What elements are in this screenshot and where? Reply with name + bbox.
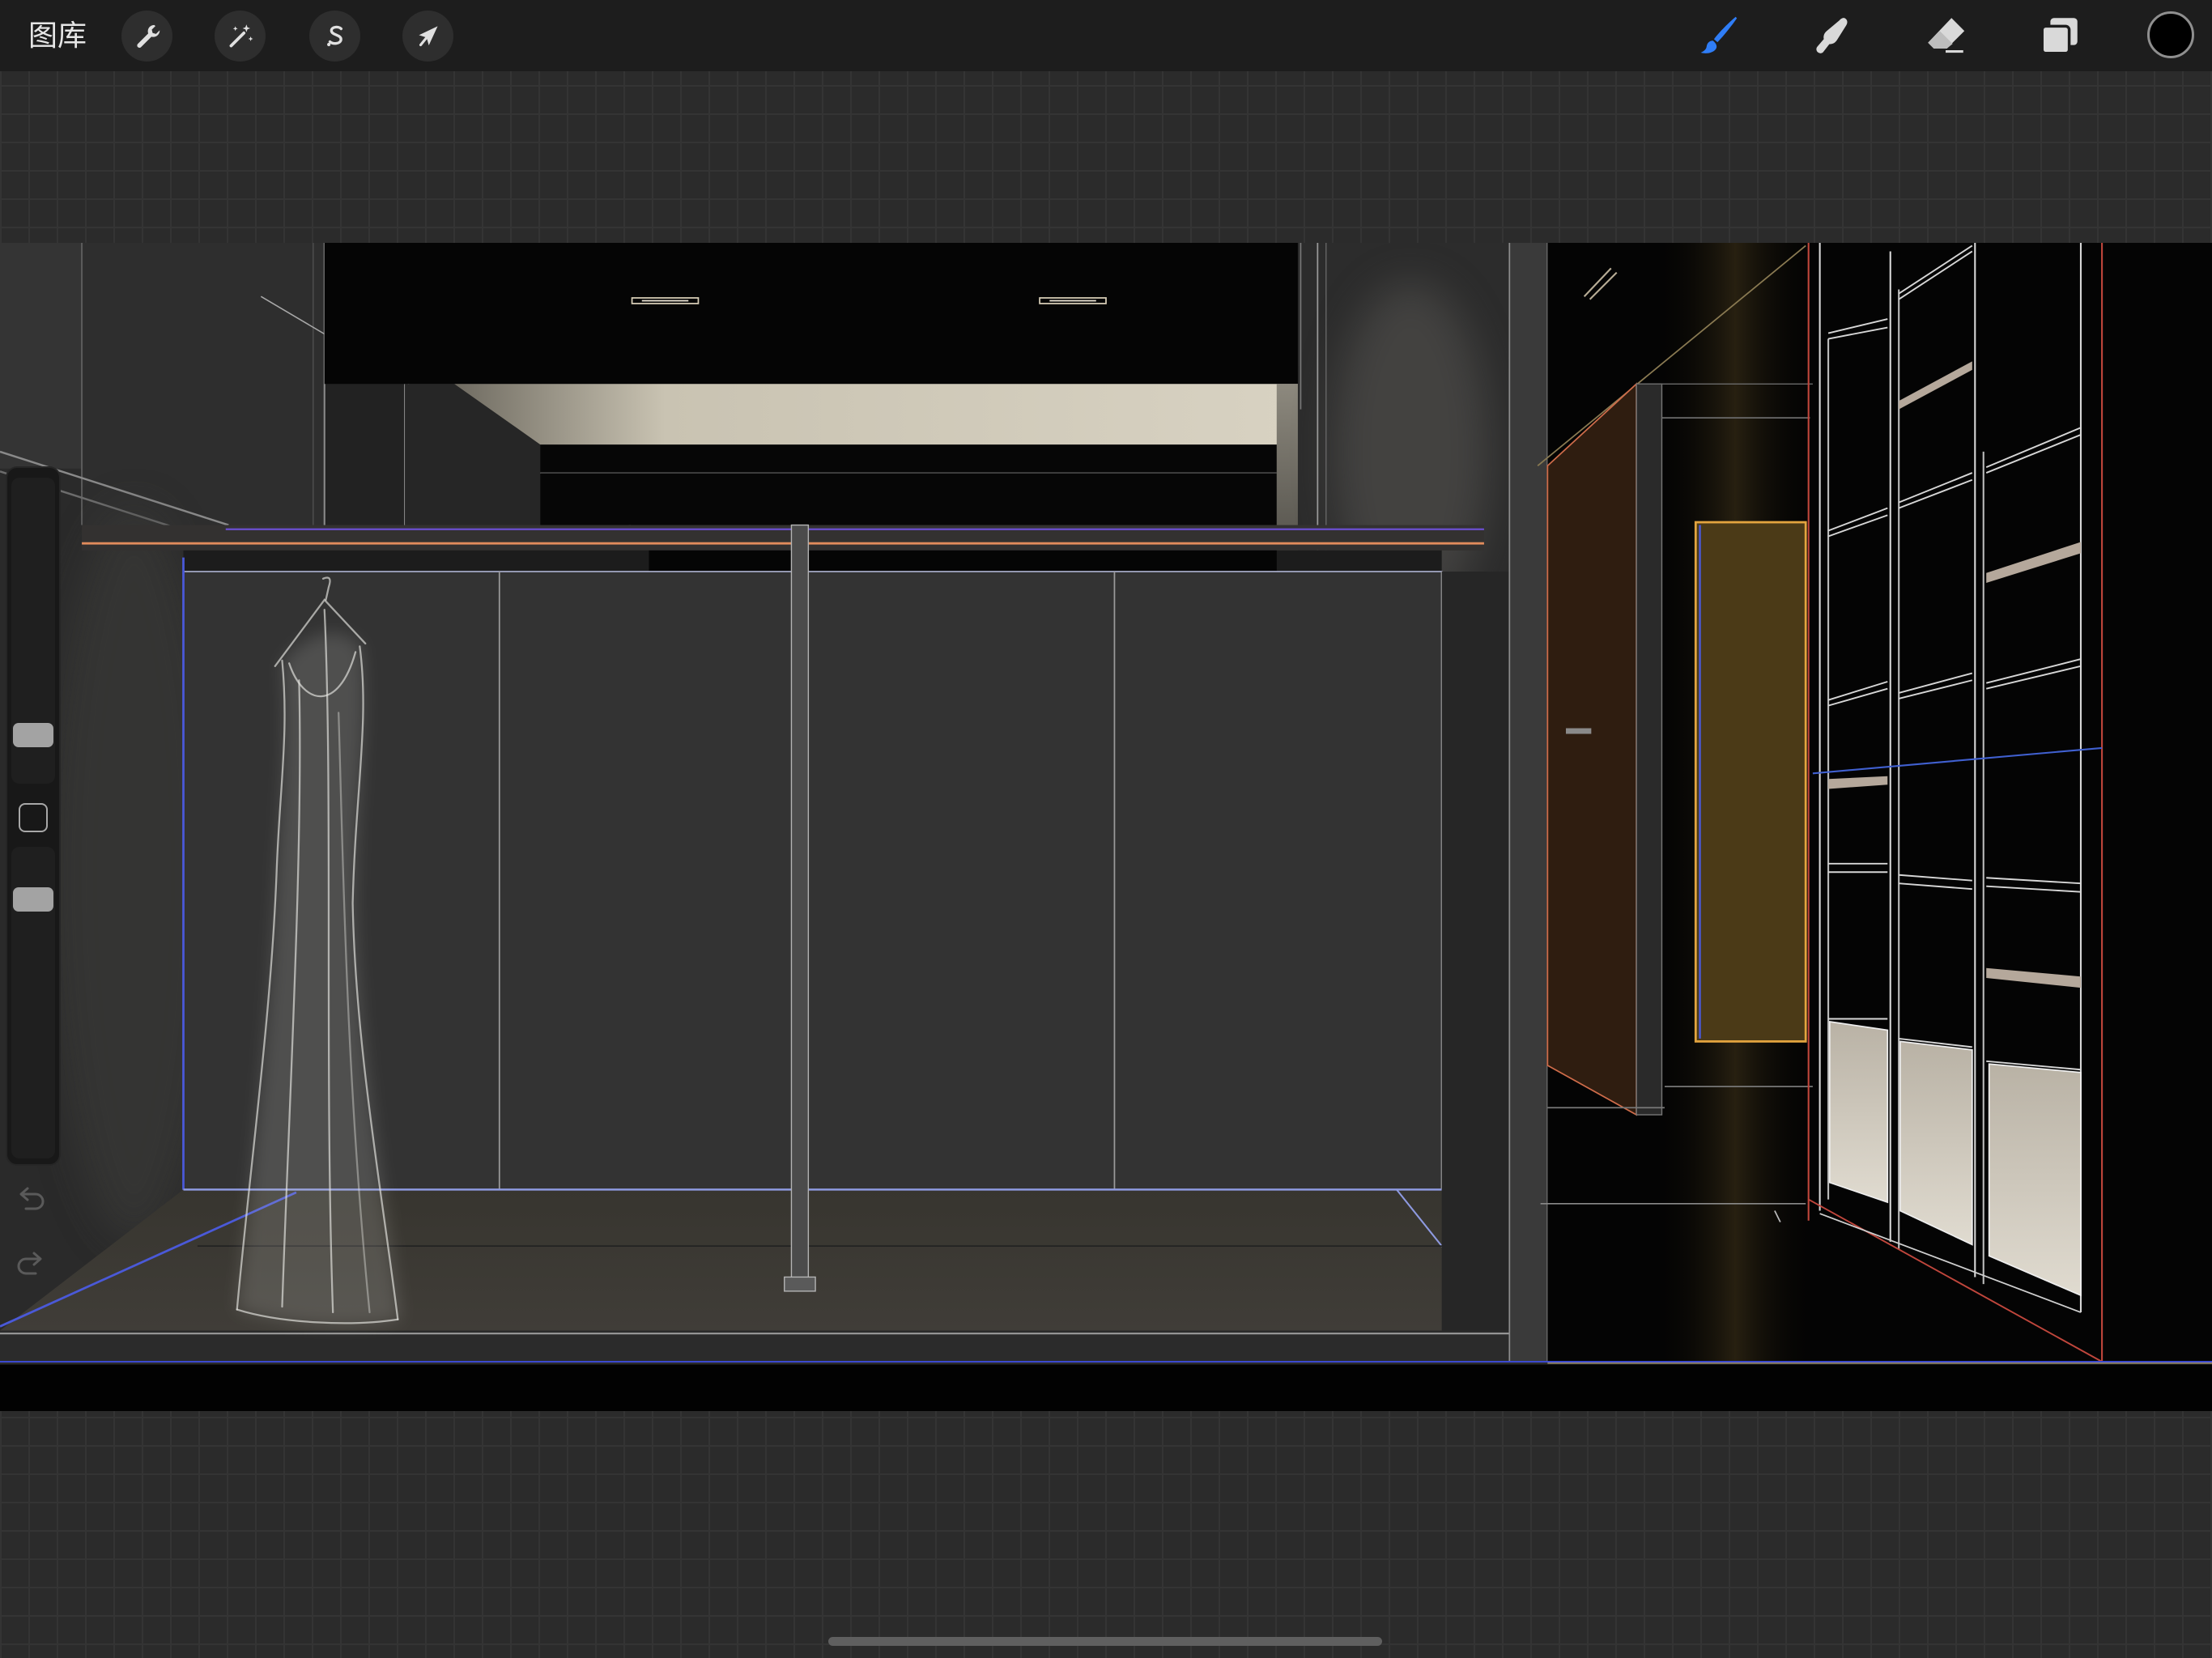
ceiling [324, 243, 1298, 385]
gold-panel [1694, 521, 1807, 1043]
eraser-tool-button[interactable] [1918, 8, 1973, 63]
brush-icon [1700, 16, 1738, 53]
gallery-button[interactable]: 图库 [28, 16, 87, 55]
beam-gap [649, 550, 1277, 572]
selection-button[interactable] [309, 11, 360, 62]
drawing-canvas[interactable] [0, 243, 2212, 1411]
wooden-door [1546, 382, 1637, 1116]
canvas-bottom-band [0, 1364, 2212, 1411]
top-toolbar: 图库 [0, 0, 2212, 71]
wrench-icon [136, 24, 160, 48]
redo-button[interactable] [11, 1248, 50, 1283]
undo-button[interactable] [11, 1183, 50, 1218]
brush-sidebar [7, 468, 59, 1164]
floor-skirting [0, 1330, 1510, 1363]
adjustments-button[interactable] [215, 11, 266, 62]
drawer-1 [1828, 1020, 1889, 1204]
wardrobe-wall [182, 571, 1443, 1191]
actions-button[interactable] [121, 11, 172, 62]
ceiling-beam [540, 444, 1277, 525]
room-right-return [1441, 572, 1510, 1331]
selection-icon [326, 25, 342, 46]
eraser-icon [1928, 18, 1965, 53]
cove-light-strip [454, 384, 1298, 445]
pole-base [784, 1276, 816, 1292]
square-icon[interactable] [19, 803, 48, 832]
smudge-icon [1816, 18, 1848, 53]
transform-arrow-icon [418, 25, 438, 46]
undo-icon [19, 1187, 45, 1210]
color-swatch-icon[interactable] [2147, 11, 2194, 58]
brush-size-slider[interactable] [11, 478, 55, 784]
home-indicator[interactable] [828, 1637, 1382, 1646]
door-handle [1566, 728, 1592, 734]
magic-wand-icon [229, 23, 253, 47]
brush-size-handle[interactable] [13, 722, 53, 747]
transform-button[interactable] [402, 11, 453, 62]
opacity-slider[interactable] [11, 847, 55, 1158]
layers-icon [2040, 18, 2078, 55]
floor [0, 1189, 1510, 1331]
opacity-handle[interactable] [13, 887, 53, 912]
drawer-3 [1988, 1063, 2082, 1297]
room-divider-wall [1509, 243, 1548, 1363]
smudge-tool-button[interactable] [1804, 8, 1859, 63]
door-jamb [1636, 383, 1663, 1116]
layers-button[interactable] [2032, 8, 2087, 63]
brush-tool-button[interactable] [1691, 8, 1746, 63]
procreate-workspace: 图库 [0, 0, 2212, 1658]
pole [790, 524, 810, 1288]
drawer-2 [1899, 1040, 1973, 1246]
redo-icon [17, 1252, 42, 1275]
